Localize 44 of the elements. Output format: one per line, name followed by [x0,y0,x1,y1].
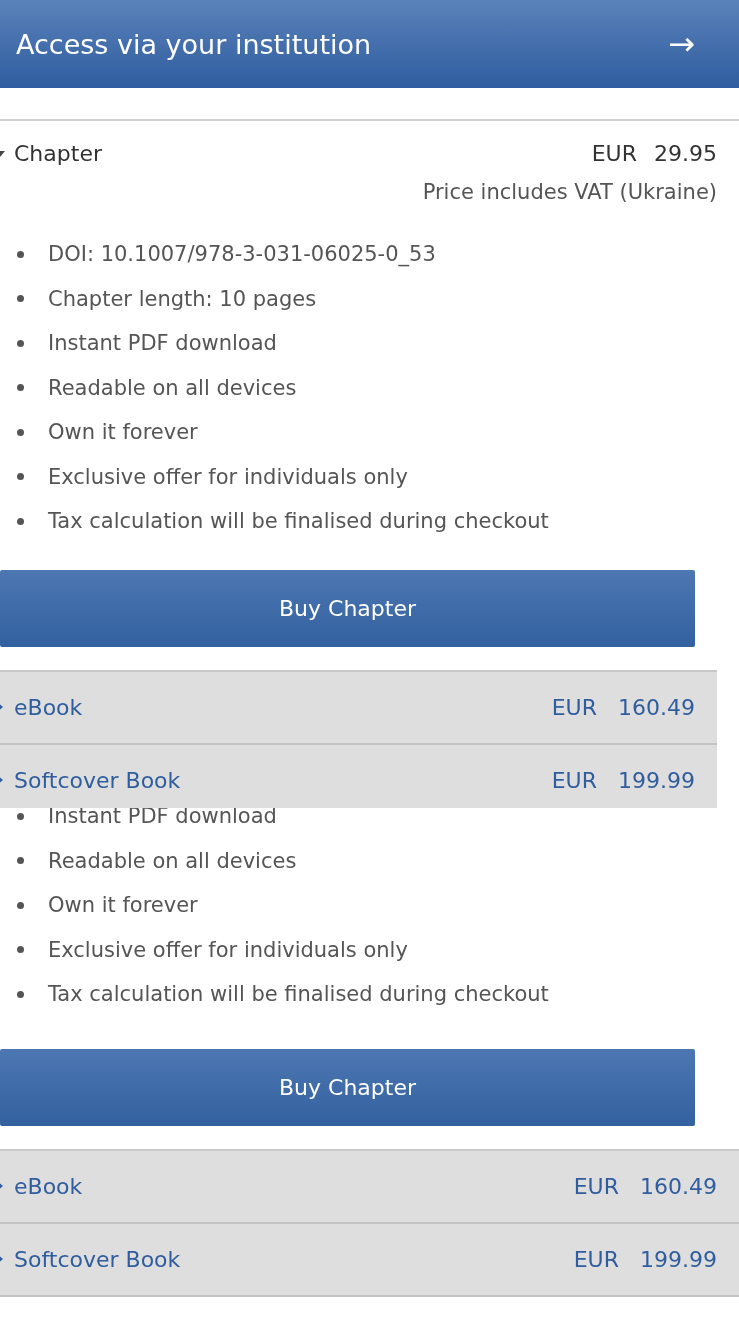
vat-note: Price includes VAT (Ukraine) [421,180,717,204]
chapter-label[interactable]: Chapter [14,141,102,166]
bullet-icon [17,473,24,481]
bullet-icon [17,901,24,909]
feature-text: DOI: 10.1007/978-3-031-06025-0_53 [48,242,436,267]
format-row[interactable]: Softcover Book EUR 199.99 [0,744,717,808]
feature-text: Own it forever [48,893,198,918]
format-row[interactable]: Softcover Book EUR 199.99 [0,1223,739,1297]
chapter-price: EUR 29.95 [591,141,717,166]
feature-text: Tax calculation will be finalised during checkout [48,509,549,534]
feature-text: Readable on all devices [48,848,297,873]
institution-access-bar[interactable]: Access via your institution → [0,0,739,88]
feature-text: Own it forever [48,420,198,445]
bullet-icon [17,990,24,998]
arrow-icon: → [668,25,695,63]
format-row[interactable]: eBook EUR 160.49 [0,671,717,745]
bullet-icon [17,857,24,865]
bullet-icon [17,428,24,436]
format-label: eBook [14,694,83,720]
format-price: EUR 199.99 [573,1246,717,1272]
feature-text: Chapter length: 10 pages [48,286,317,311]
header-title: Access via your institution [16,28,372,60]
feature-text: Instant PDF download [48,331,277,356]
format-price: EUR 160.49 [551,694,695,720]
format-label: Softcover Book [14,767,181,793]
bullet-icon [17,946,24,954]
feature-text: Readable on all devices [48,375,297,400]
buy-chapter-button[interactable]: Buy Chapter [0,1048,695,1126]
format-price: EUR 199.99 [551,767,695,793]
format-row[interactable]: eBook EUR 160.49 [0,1150,739,1224]
bullet-icon [17,384,24,392]
bullet-icon [17,250,24,258]
bullet-icon [17,295,24,303]
feature-text: Tax calculation will be finalised during checkout [48,982,549,1007]
buy-chapter-button[interactable]: Buy Chapter [0,569,695,647]
feature-text: Exclusive offer for individuals only [48,937,408,962]
bullet-icon [17,339,24,347]
format-label: eBook [14,1173,83,1199]
feature-text: Exclusive offer for individuals only [48,464,408,489]
feature-text: Instant PDF download [48,808,277,829]
format-label: Softcover Book [14,1246,181,1272]
bullet-icon [17,517,24,525]
format-price: EUR 160.49 [573,1173,717,1199]
bullet-icon [17,812,24,820]
